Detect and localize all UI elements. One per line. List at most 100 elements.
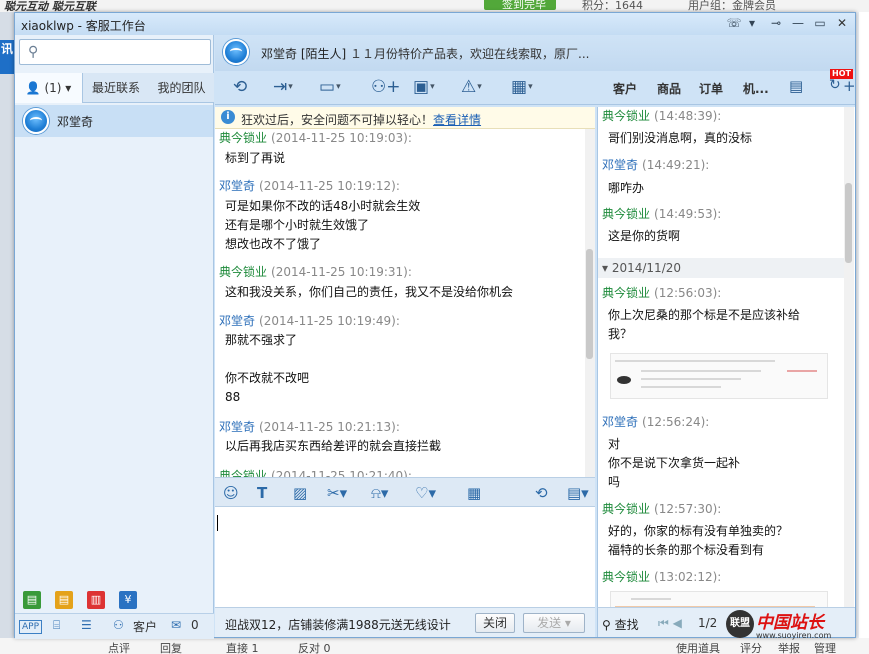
chevron-down-icon: ▾ [65,81,72,95]
tab-my-team[interactable]: 我的团队 [149,73,214,103]
calculator-icon[interactable]: ▦ [467,484,481,502]
store-icon[interactable]: ⌸ [53,618,60,633]
minimize-icon[interactable]: — [789,15,807,31]
tab-customer[interactable]: 客户 [613,80,637,97]
history-message-header: 典今锁业 (12:56:03): [602,284,721,301]
comment-link[interactable]: 点评 [108,640,130,654]
message-sender: 典今锁业 [602,502,651,516]
tab-contacts[interactable]: 👤 (1) ▾ [15,73,83,103]
sign-in-button[interactable]: 签到完毕 [484,0,556,11]
message-header: 邓堂奇 (2014-11-25 10:21:13): [219,418,400,435]
phone-icon[interactable]: ☏ [725,15,743,31]
contact-item[interactable]: 邓堂奇 [15,105,213,137]
date-separator[interactable]: ▾ 2014/11/20 [598,258,844,278]
video-icon[interactable]: ▭▾ [319,77,341,97]
history-panel[interactable]: 典今锁业 (14:48:39): 哥们别没消息啊，真的没标 邓堂奇 (14:49:2… [597,107,855,607]
use-item-link[interactable]: 使用道具 [676,640,720,654]
scrollbar-thumb[interactable] [586,249,593,359]
add-icon[interactable]: + [843,77,856,95]
customer-icon[interactable]: ⚇ [113,618,124,632]
alert-icon[interactable]: ⚠▾ [461,77,482,97]
tab-goods[interactable]: 商品 [657,80,681,97]
conversation-scrollbar[interactable] [585,129,595,477]
history-message-header: 典今锁业 (14:48:39): [602,107,721,124]
history-message-header: 典今锁业 (14:49:53): [602,205,721,222]
tab-more[interactable]: 机... [743,80,769,97]
send-button-label: 发送 [537,616,562,630]
mail-icon[interactable]: ✉ [171,618,181,632]
sell-icon[interactable]: ¥ [119,591,137,609]
message-sender: 邓堂奇 [219,420,256,434]
close-icon[interactable]: ✕ [833,15,851,31]
order-screenshot-image[interactable] [610,353,828,399]
maximize-icon[interactable]: ▭ [811,15,829,31]
message-sender: 邓堂奇 [219,314,256,328]
message-body: 可是如果你不改的话48小时就会生效 还有是哪个小时就生效饿了 想改也改不了饿了 [225,199,421,251]
message-body: 那就不强求了 你不改就不改吧 88 [225,333,310,404]
folder-green-icon[interactable]: ▤ [23,591,41,609]
tab-orders[interactable]: 订单 [699,80,723,97]
favorite-icon[interactable]: ♡▾ [415,484,436,502]
reply-link[interactable]: 回复 [160,640,182,654]
message-sender: 邓堂奇 [602,415,639,429]
tab-contacts-label: (1) [44,81,62,95]
window-title: xiaoklwp - 客服工作台 [21,19,146,33]
shop-icon[interactable]: ▥ [87,591,105,609]
message-time: (2014-11-25 10:21:40): [271,469,412,477]
add-contact-icon[interactable]: ⚇+ [371,77,400,97]
emoji-icon[interactable]: ☺ [223,484,239,502]
background-left-strip: 讯 [0,12,14,654]
font-icon[interactable]: T [257,484,267,502]
shake-icon[interactable]: ⍾▾ [371,484,388,502]
message-sender: 典今锁业 [602,109,651,123]
window-titlebar[interactable]: xiaoklwp - 客服工作台 ☏ ▾ ⊸ — ▭ ✕ [15,13,855,35]
message-sender: 典今锁业 [602,207,651,221]
message-header: 典今锁业 (2014-11-25 10:21:40): [219,467,412,477]
notice-details-link[interactable]: 查看详情 [433,113,481,127]
conversation-area[interactable]: 典今锁业 (2014-11-25 10:19:03): 标到了再说 邓堂奇 (201… [215,129,595,477]
oppose-link[interactable]: 反对 0 [298,640,331,654]
history-message-header: 典今锁业 (13:02:12): [602,568,721,585]
notice-text: 狂欢过后，安全问题不可掉以轻心！ [241,113,434,127]
history-message-body: 哥们别没消息啊，真的没标 [608,131,753,145]
support-link[interactable]: 直接 1 [226,640,259,654]
image-icon[interactable]: ▨ [293,484,307,502]
calendar-icon[interactable]: ▦▾ [511,77,533,97]
close-button[interactable]: 关闭 [475,613,515,633]
list-icon[interactable]: ☰ [81,618,92,632]
transfer-chat-icon[interactable]: ⟲ [233,77,247,97]
notes-icon[interactable]: ▤ [789,77,803,95]
message-history-icon[interactable]: ▤▾ [567,484,589,502]
history-search[interactable]: ⚲ 查找 [602,616,639,633]
promo-text[interactable]: 迎战双12，店铺装修满1988元送无线设计 [225,616,451,633]
folder-yellow-icon[interactable]: ▤ [55,591,73,609]
message-sender: 典今锁业 [219,131,268,145]
product-thumbnail [617,376,631,384]
chevron-down-icon[interactable]: ▾ [743,15,761,31]
message-time: (12:56:24): [642,415,710,429]
search-input[interactable] [50,43,206,61]
quick-reply-icon[interactable]: ⟲ [535,484,548,502]
history-scrollbar[interactable] [844,107,854,607]
message-sender: 典今锁业 [602,286,651,300]
message-time: (13:02:12): [654,570,722,584]
chat-contact-name[interactable]: 邓堂奇 [261,47,297,61]
message-time: (2014-11-25 10:19:03): [271,131,412,145]
message-header: 典今锁业 (2014-11-25 10:19:31): [219,263,412,280]
chevron-down-icon[interactable]: ▾ [565,616,571,630]
screen-share-icon[interactable]: ▣▾ [413,77,435,97]
pin-icon[interactable]: ⊸ [767,15,785,31]
send-button[interactable]: 发送 ▾ [523,613,585,633]
message-input[interactable] [215,507,595,607]
contact-search[interactable]: ⚲ [19,39,211,65]
first-page-icon[interactable]: ⏮ ◀ [658,616,682,631]
file-transfer-icon[interactable]: ⇥▾ [273,77,293,97]
app-button[interactable]: APP [19,620,43,634]
contact-avatar[interactable] [223,39,249,65]
background-left-tag: 讯 [0,40,14,74]
customer-label[interactable]: 客户 [133,618,157,635]
scrollbar-thumb[interactable] [845,183,852,263]
screenshot-icon[interactable]: ✂▾ [327,484,347,502]
refresh-icon[interactable]: ↻ [829,77,841,93]
tab-recent[interactable]: 最近联系 [83,73,149,103]
